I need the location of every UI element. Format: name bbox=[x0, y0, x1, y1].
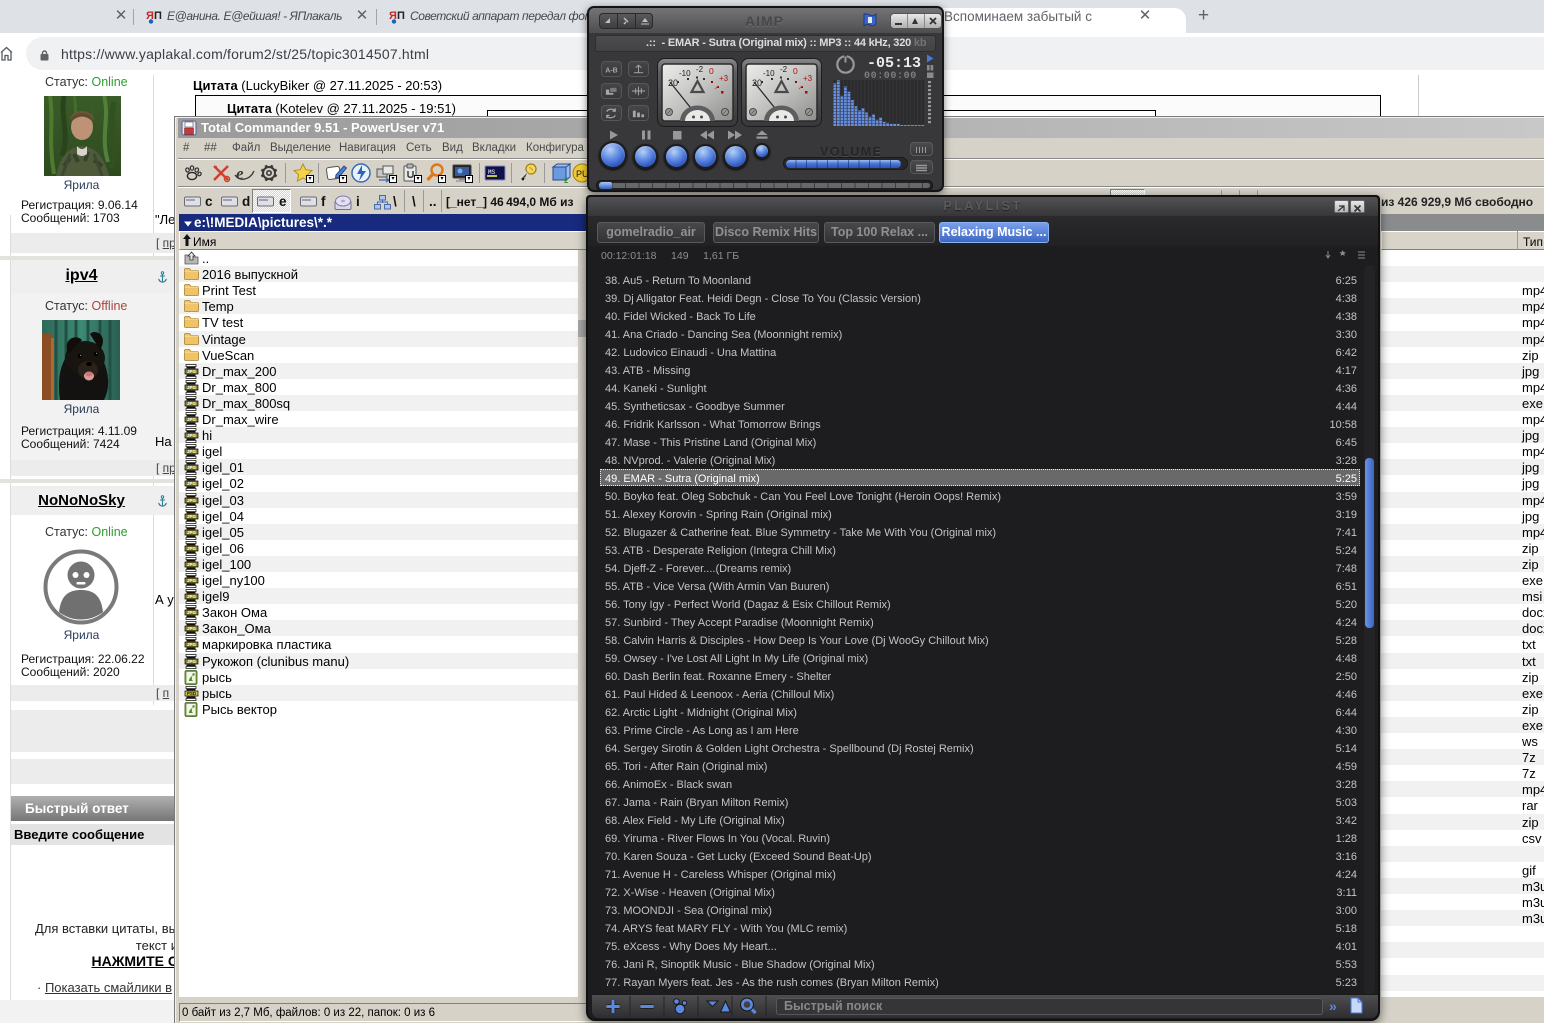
svg-text:JPG: JPG bbox=[187, 642, 197, 647]
svg-text:П: П bbox=[397, 10, 405, 22]
svg-text:JPG: JPG bbox=[187, 610, 197, 615]
svg-text:JPG: JPG bbox=[187, 659, 197, 664]
svg-text:JPG: JPG bbox=[187, 594, 197, 599]
svg-text:+3: +3 bbox=[803, 74, 813, 83]
svg-text:JPG: JPG bbox=[187, 546, 197, 551]
svg-text:PSD: PSD bbox=[187, 691, 197, 696]
svg-text:-2: -2 bbox=[696, 65, 704, 74]
svg-text:-10: -10 bbox=[763, 69, 775, 78]
svg-text:JPG: JPG bbox=[187, 417, 197, 422]
svg-text:П: П bbox=[154, 10, 162, 22]
svg-text:MS: MS bbox=[488, 169, 496, 176]
svg-text:-2: -2 bbox=[780, 65, 788, 74]
svg-text:+3: +3 bbox=[719, 74, 729, 83]
svg-text:JPG: JPG bbox=[187, 433, 197, 438]
svg-text:JPG: JPG bbox=[187, 562, 197, 567]
svg-text:JPG: JPG bbox=[187, 449, 197, 454]
svg-text:JPG: JPG bbox=[187, 498, 197, 503]
svg-text:e: e bbox=[236, 164, 244, 183]
svg-text:0: 0 bbox=[793, 66, 798, 76]
svg-text:2: 2 bbox=[564, 176, 569, 184]
svg-text:JPG: JPG bbox=[187, 578, 197, 583]
svg-text:JPG: JPG bbox=[187, 481, 197, 486]
svg-text:JPG: JPG bbox=[187, 465, 197, 470]
svg-text:-10: -10 bbox=[679, 69, 691, 78]
svg-text:JPG: JPG bbox=[187, 530, 197, 535]
svg-text:JPG: JPG bbox=[187, 514, 197, 519]
svg-text:JPG: JPG bbox=[187, 385, 197, 390]
svg-text:JPG: JPG bbox=[187, 626, 197, 631]
svg-text:JPG: JPG bbox=[187, 369, 197, 374]
svg-text:A-B: A-B bbox=[605, 67, 617, 74]
svg-text:0: 0 bbox=[709, 66, 714, 76]
svg-text:JPG: JPG bbox=[187, 401, 197, 406]
